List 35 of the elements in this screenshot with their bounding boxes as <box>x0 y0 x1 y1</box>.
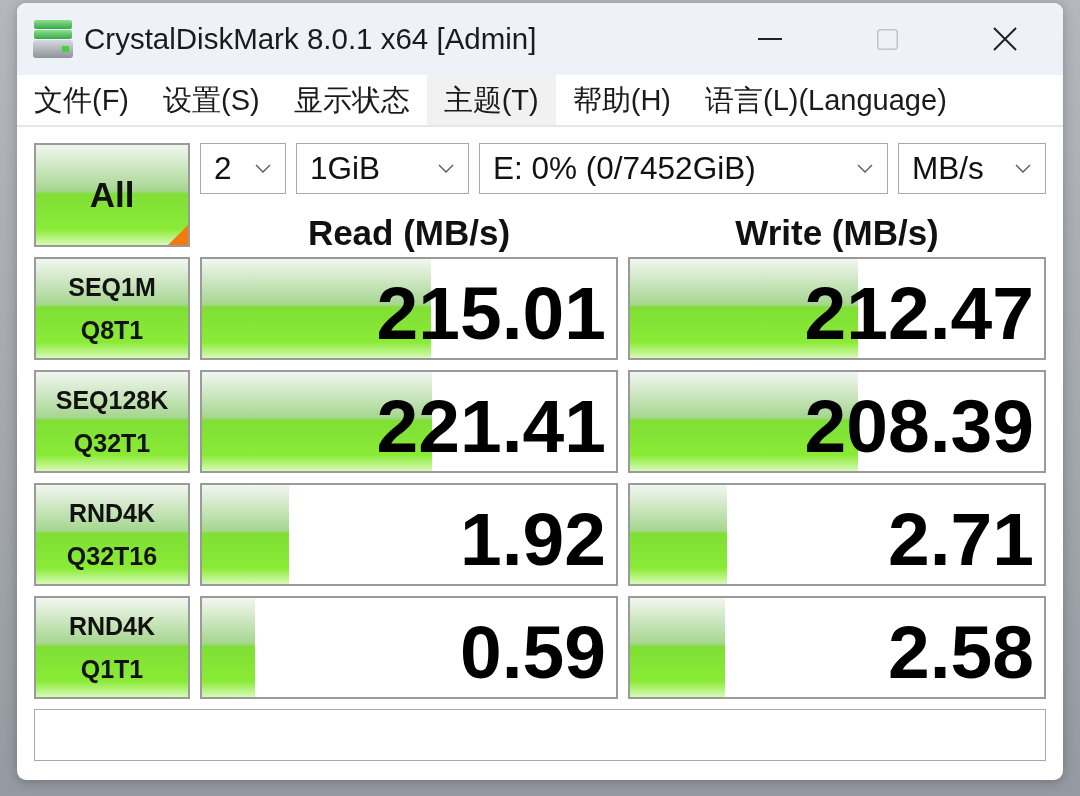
caret-icon <box>438 164 454 173</box>
column-header: Read (MB/s) <box>306 213 512 253</box>
test-button[interactable]: RND4K Q32T16 <box>34 483 190 586</box>
menu-item[interactable]: 显示状态 <box>276 75 427 125</box>
menu-item[interactable]: 设置(S) <box>146 75 277 125</box>
caret-icon <box>1015 164 1031 173</box>
close-icon[interactable] <box>993 27 1017 51</box>
caret-icon <box>857 164 873 173</box>
all-button[interactable]: All <box>34 143 190 247</box>
menu-item[interactable]: 帮助(H) <box>555 75 688 125</box>
speed-value: 2.58 <box>888 615 1034 690</box>
drive-dropdown[interactable]: E: 0% (0/7452GiB) <box>479 143 888 194</box>
size-dropdown[interactable]: 1GiB <box>296 143 469 194</box>
menu-item[interactable]: 主题(T) <box>426 75 556 125</box>
speed-value: 215.01 <box>376 276 606 351</box>
speed-value: 2.71 <box>888 502 1034 577</box>
column-header: Write (MB/s) <box>734 213 940 253</box>
drive-icon <box>33 20 73 58</box>
speed-value: 212.47 <box>804 276 1034 351</box>
corner-mark-icon <box>168 225 188 245</box>
menu-item[interactable]: 语言(L)(Language) <box>688 75 964 125</box>
speed-value: 208.39 <box>804 389 1034 464</box>
test-button[interactable]: SEQ128K Q32T1 <box>34 370 190 473</box>
window-title: CrystalDiskMark 8.0.1 x64 [Admin] <box>84 22 538 56</box>
unit-dropdown[interactable]: MB/s <box>898 143 1046 194</box>
comment-field[interactable] <box>34 709 1046 761</box>
speed-value: 1.92 <box>460 502 606 577</box>
menu-item[interactable]: 文件(F) <box>17 75 147 125</box>
caret-icon <box>255 164 271 173</box>
speed-value: 0.59 <box>460 615 606 690</box>
test-button[interactable]: SEQ1M Q8T1 <box>34 257 190 360</box>
speed-value: 221.41 <box>376 389 606 464</box>
count-dropdown[interactable]: 2 <box>200 143 286 194</box>
minimize-icon[interactable] <box>758 37 782 41</box>
test-button[interactable]: RND4K Q1T1 <box>34 596 190 699</box>
